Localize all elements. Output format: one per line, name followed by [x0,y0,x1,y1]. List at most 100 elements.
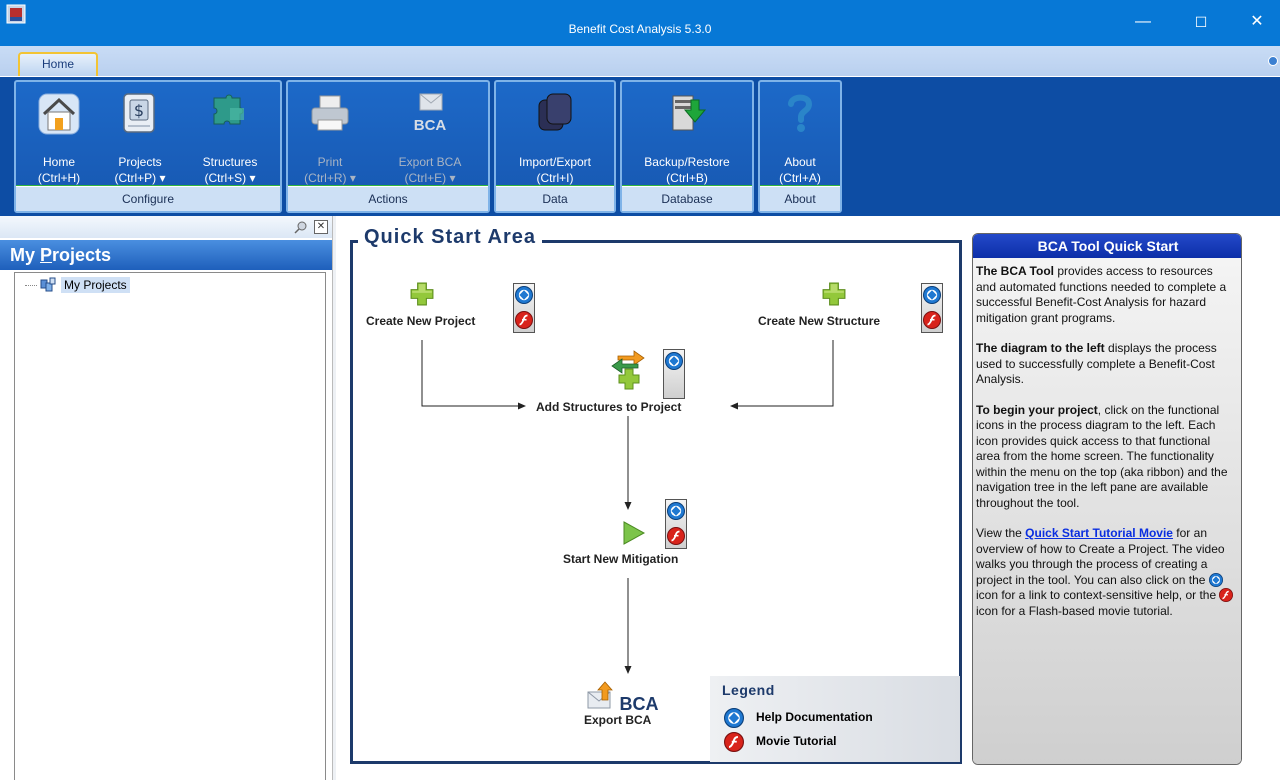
quick-start-tutorial-link[interactable]: Quick Start Tutorial Movie [1025,526,1173,540]
export-bca-button-shortcut: (Ctrl+E) ▾ [404,171,456,185]
movie-icon[interactable] [667,527,685,545]
data-group-caption: Data [496,186,614,211]
movie-icon [1219,588,1234,602]
ribbon-group-data: Import/Export (Ctrl+I) Data [494,80,616,213]
start-mitigation-play-icon[interactable] [622,520,646,546]
info-text: , click on the functional icons in the p… [976,402,1228,510]
home-button-shortcut: (Ctrl+H) [37,171,81,185]
export-bca-label[interactable]: Export BCA [584,713,651,727]
projects-icon: $ [123,93,155,133]
legend-help-label: Help Documentation [756,710,873,724]
export-diagram-icon-text: BCA [620,694,659,714]
create-structure-plus-icon[interactable] [822,282,846,306]
puzzle-icon [213,94,244,125]
legend-help-item: Help Documentation [722,708,962,728]
pin-icon[interactable] [294,220,308,234]
info-panel-title: BCA Tool Quick Start [973,234,1241,258]
backup-restore-button-shortcut: (Ctrl+B) [666,171,708,185]
minimize-button[interactable]: — [1120,10,1166,34]
movie-icon [724,732,744,752]
question-mark-icon [788,94,813,132]
print-ribbon-button[interactable]: Print (Ctrl+R) ▾ [292,84,368,188]
backup-restore-button-label: Backup/Restore [644,155,730,169]
info-paragraph: View the Quick Start Tutorial Movie for … [976,526,1235,619]
info-paragraph: The diagram to the left displays the pro… [976,341,1235,388]
about-button-shortcut: (Ctrl+A) [779,171,821,185]
export-bca-diagram-icon[interactable]: BCA [586,680,668,714]
help-icon[interactable] [515,286,533,304]
tree-connector [25,285,37,286]
info-bold: The BCA Tool [976,264,1054,278]
ribbon-help-icon[interactable] [1268,56,1278,66]
info-bold: To begin your project [976,402,1098,417]
help-icon[interactable] [923,286,941,304]
info-panel-body: The BCA Tool provides access to resource… [973,258,1241,764]
projects-ribbon-button[interactable]: $ Projects (Ctrl+P) ▾ [100,84,180,188]
ribbon-group-configure: Home (Ctrl+H) $ Projects (Ctrl+P) ▾ Stru… [14,80,282,213]
import-export-button-label: Import/Export [518,155,592,169]
pane-header: ✕ [0,216,332,238]
configure-group-caption: Configure [16,186,280,211]
legend-movie-label: Movie Tutorial [756,734,837,748]
projects-button-shortcut: (Ctrl+P) ▾ [114,171,166,185]
export-bca-button-label: Export BCA [398,155,462,169]
structures-button-shortcut: (Ctrl+S) ▾ [204,171,256,185]
structures-ribbon-button[interactable]: Structures (Ctrl+S) ▾ [182,84,278,188]
import-export-ribbon-button[interactable]: Import/Export (Ctrl+I) [500,84,610,188]
home-button-label: Home [42,155,75,169]
info-text: icon for a link to context-sensitive hel… [976,588,1220,602]
add-structures-label[interactable]: Add Structures to Project [536,400,681,414]
movie-icon[interactable] [923,311,941,329]
legend-movie-item: Movie Tutorial [722,732,962,752]
pane-title-pre: My [10,245,41,265]
actions-group-caption: Actions [288,186,488,211]
tree-item-label: My Projects [61,277,130,293]
ribbon: Home (Ctrl+H) $ Projects (Ctrl+P) ▾ Stru… [0,76,1280,216]
info-text: View the [976,526,1026,540]
add-structures-icon[interactable] [610,348,650,392]
backup-restore-icon [672,95,707,131]
quick-start-title: Quick Start Area [358,226,542,249]
about-group-caption: About [760,186,840,211]
export-icon-text: BCA [414,117,447,134]
export-bca-ribbon-button[interactable]: BCA Export BCA (Ctrl+E) ▾ [374,84,486,188]
help-icon [1208,572,1223,587]
help-icon [724,708,744,728]
info-paragraph: To begin your project, click on the func… [976,403,1235,512]
structures-button-label: Structures [202,155,258,169]
info-paragraph: The BCA Tool provides access to resource… [976,264,1235,326]
bca-window: Benefit Cost Analysis 5.3.0 — ☐ ✕ Home H… [0,0,1280,780]
movie-icon[interactable] [515,311,533,329]
maximize-button[interactable]: ☐ [1178,10,1224,34]
legend-title: Legend [722,682,775,698]
app-icon [6,4,26,24]
home-ribbon-button[interactable]: Home (Ctrl+H) [20,84,98,188]
ribbon-group-actions: Print (Ctrl+R) ▾ BCA Export BCA (Ctrl+E)… [286,80,490,213]
backup-restore-ribbon-button[interactable]: Backup/Restore (Ctrl+B) [626,84,748,188]
ribbon-group-about: About (Ctrl+A) About [758,80,842,213]
info-text: icon for a Flash-based movie tutorial. [976,603,1173,618]
pane-title-accel: P [40,245,53,265]
window-title: Benefit Cost Analysis 5.3.0 [568,22,712,36]
create-structure-label[interactable]: Create New Structure [758,314,880,328]
import-export-button-shortcut: (Ctrl+I) [536,171,574,185]
project-tree: My Projects [14,272,326,780]
about-button-label: About [784,155,816,169]
create-project-label[interactable]: Create New Project [366,314,475,328]
ribbon-group-database: Backup/Restore (Ctrl+B) Database [620,80,754,213]
help-icon[interactable] [667,502,685,520]
import-export-icon [538,93,572,131]
tab-home[interactable]: Home [18,52,98,76]
left-pane: ✕ My Projects My Projects [0,216,332,780]
projects-tree-icon [40,277,56,292]
start-mitigation-label[interactable]: Start New Mitigation [563,552,678,566]
title-bar: Benefit Cost Analysis 5.3.0 — ☐ ✕ [0,0,1280,46]
close-button[interactable]: ✕ [1234,10,1280,34]
quick-start-info-panel: BCA Tool Quick Start The BCA Tool provid… [972,233,1242,765]
about-ribbon-button[interactable]: About (Ctrl+A) [764,84,836,188]
create-project-plus-icon[interactable] [410,282,434,306]
pane-close-icon[interactable]: ✕ [314,220,328,234]
help-icon[interactable] [665,352,683,370]
svg-text:$: $ [134,101,144,120]
printer-icon [311,95,349,131]
